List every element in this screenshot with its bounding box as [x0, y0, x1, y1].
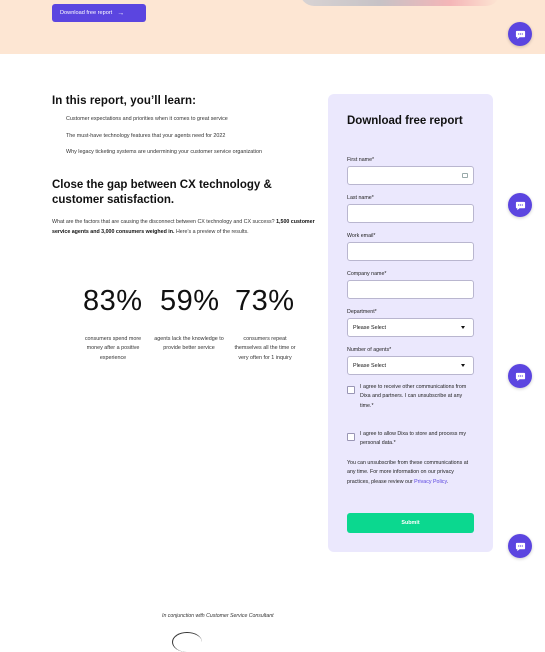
- arrow-right-icon: →: [117, 9, 125, 17]
- stat-value: 73%: [235, 285, 295, 317]
- learn-list: Customer expectations and priorities whe…: [66, 116, 262, 166]
- caret-down-icon: [461, 326, 465, 329]
- caret-down-icon: [461, 364, 465, 367]
- form-title: Download free report: [347, 115, 463, 127]
- last-name-field[interactable]: [347, 204, 474, 223]
- consent-comms-checkbox[interactable]: [347, 386, 355, 394]
- stat-label: consumers spend more money after a posit…: [84, 336, 142, 361]
- work-email-field[interactable]: [347, 242, 474, 261]
- gap-text-start: What are the factors that are causing th…: [52, 219, 277, 225]
- agents-select[interactable]: Please Select: [347, 356, 474, 375]
- hero-illustration: [300, 0, 500, 6]
- submit-button[interactable]: Submit: [347, 513, 474, 533]
- consent-store-checkbox[interactable]: [347, 433, 355, 441]
- stat-label: agents lack the knowledge to provide bet…: [154, 336, 224, 352]
- company-name-field[interactable]: [347, 280, 474, 299]
- first-name-label: First name*: [347, 157, 375, 163]
- gap-paragraph: What are the factors that are causing th…: [52, 218, 322, 237]
- privacy-note-end: .: [446, 478, 449, 485]
- department-value: Please Select: [353, 324, 386, 331]
- stat-value: 83%: [83, 285, 143, 317]
- gap-text-end: Here’s a preview of the results.: [174, 228, 249, 235]
- list-item: Why legacy ticketing systems are undermi…: [66, 149, 262, 155]
- chat-bubble-icon[interactable]: [508, 193, 532, 217]
- first-name-field[interactable]: [347, 166, 474, 185]
- hero-download-label: Download free report: [60, 10, 113, 16]
- chat-bubble-icon[interactable]: [508, 22, 532, 46]
- conjunction-note: In conjunction with Customer Service Con…: [162, 613, 274, 619]
- chat-bubble-icon[interactable]: [508, 364, 532, 388]
- department-label: Department*: [347, 309, 377, 315]
- privacy-note-text: You can unsubscribe from these communica…: [347, 460, 469, 485]
- list-item: The must-have technology features that y…: [66, 132, 226, 139]
- agents-value: Please Select: [353, 362, 386, 369]
- work-email-label: Work email*: [347, 233, 376, 239]
- department-select[interactable]: Please Select: [347, 318, 474, 337]
- privacy-note: You can unsubscribe from these communica…: [347, 459, 477, 487]
- learn-heading: In this report, you’ll learn:: [52, 95, 197, 107]
- contact-card-icon: [462, 173, 468, 178]
- consultant-logo: [172, 632, 202, 652]
- stat-value: 59%: [160, 285, 220, 317]
- stat-label: consumers repeat themselves all the time…: [234, 336, 296, 361]
- chat-bubble-icon[interactable]: [508, 534, 532, 558]
- consent-comms-label: I agree to receive other communications …: [360, 384, 467, 409]
- hero-download-button[interactable]: Download free report →: [52, 4, 146, 22]
- privacy-policy-link[interactable]: Privacy Policy: [414, 479, 447, 485]
- last-name-label: Last name*: [347, 195, 374, 201]
- list-item: Customer expectations and priorities whe…: [66, 116, 228, 122]
- gap-heading: Close the gap between CX technology & cu…: [52, 179, 272, 206]
- company-name-label: Company name*: [347, 271, 387, 277]
- consent-store-label: I agree to allow Dixa to store and proce…: [360, 431, 466, 447]
- agents-label: Number of agents*: [347, 347, 392, 353]
- hero-banner: Download free report →: [0, 0, 545, 54]
